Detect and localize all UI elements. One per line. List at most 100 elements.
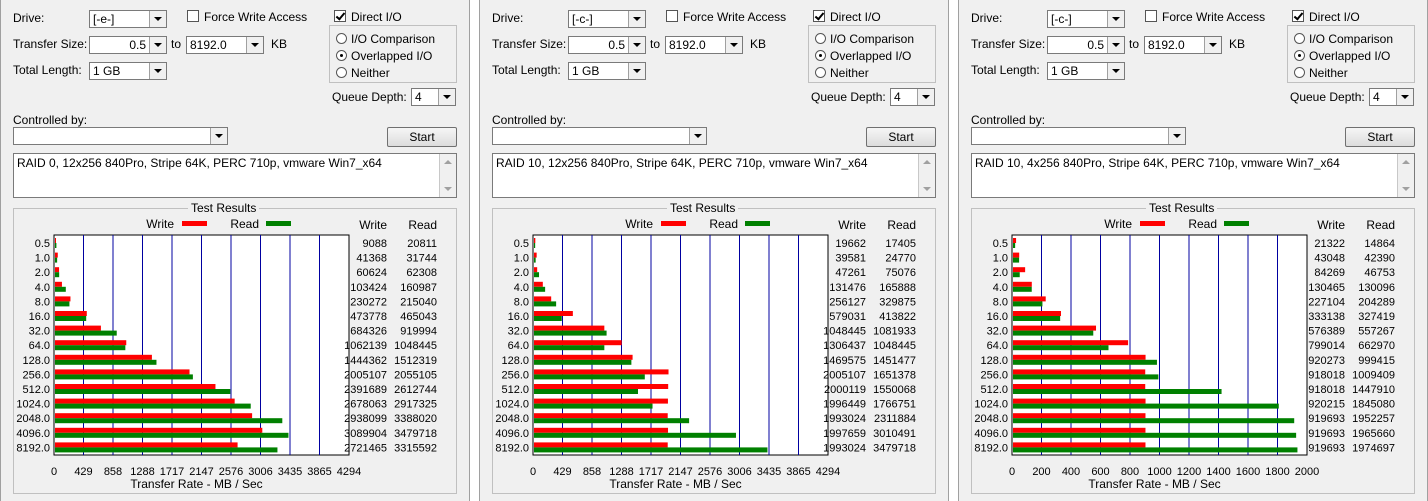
read-bar [1013,447,1298,453]
category-label: 256.0 [22,369,50,381]
category-label: 0.5 [993,238,1008,250]
category-label: 32.0 [29,326,50,338]
category-label: 32.0 [987,326,1008,338]
read-bar [1013,330,1094,336]
write-bar [55,252,58,258]
write-value: 39581 [835,253,866,265]
category-label: 1024.0 [16,399,50,411]
write-value: 2721465 [344,442,387,454]
write-bar [534,252,537,258]
write-bar [534,384,669,389]
category-label: 8192.0 [16,442,50,454]
x-tick-label: 4294 [337,466,361,478]
read-bar [55,447,278,453]
write-bar [534,311,573,316]
category-label: 2.0 [35,267,50,279]
read-value: 3315592 [394,442,437,454]
read-value: 465043 [400,311,437,323]
write-value: 230272 [350,296,387,308]
read-value: 24770 [885,253,916,265]
read-value: 1048445 [873,340,916,352]
read-bar [1013,374,1159,380]
legend-read-label: Read [709,217,738,231]
write-value: 1306437 [823,340,866,352]
read-bar [55,345,126,351]
x-tick-label: 3865 [786,466,810,478]
write-value: 227104 [1308,296,1345,308]
category-label: 4.0 [993,282,1008,294]
write-value: 2391689 [344,384,387,396]
write-bar [55,340,127,346]
read-bar [1013,286,1032,292]
write-bar [1013,267,1026,273]
write-value: 103424 [350,282,387,294]
write-bar [534,296,552,302]
transfer-rate-chart: 0 200 400 600 800 1000 1200 1400 1600 1800 2000Tra… [974,217,1395,491]
write-value: 1469575 [823,355,866,367]
write-bar [534,413,668,419]
read-bar [534,330,607,336]
x-tick-label: 1600 [1236,466,1260,478]
read-value: 2612744 [394,384,437,396]
write-bar [534,398,668,404]
write-bar [55,238,56,243]
category-label: 2.0 [514,267,529,279]
write-bar [1013,296,1046,302]
read-value: 31744 [406,253,437,265]
benchmark-panel: Drive: [-c-] Transfer Size: 0.5 to 8192.0 KB To… [958,0,1428,501]
write-value: 3089904 [344,428,387,440]
read-value: 413822 [879,311,916,323]
write-value: 2005107 [344,369,387,381]
write-value: 1996449 [823,399,866,411]
x-tick-label: 3435 [757,466,781,478]
x-tick-label: 2000 [1295,466,1319,478]
write-bar [55,354,152,360]
write-value: 9088 [363,238,387,250]
read-bar [534,345,605,351]
write-value: 84269 [1314,267,1345,279]
read-value: 919994 [400,326,437,338]
write-bar [534,427,669,433]
category-label: 2.0 [993,267,1008,279]
read-bar [534,447,768,453]
write-value: 130465 [1308,282,1345,294]
write-bar [55,369,190,375]
x-tick-label: 3435 [278,466,302,478]
category-label: 2048.0 [974,413,1008,425]
read-bar [55,359,157,365]
write-value: 920273 [1308,355,1345,367]
read-value: 1965660 [1352,428,1395,440]
read-value: 2055105 [394,369,437,381]
write-value: 576389 [1308,326,1345,338]
read-value: 130096 [1358,282,1395,294]
category-label: 1024.0 [495,399,529,411]
read-bar [534,432,736,438]
category-label: 0.5 [35,238,50,250]
legend-write-label: Write [1104,217,1132,231]
x-tick-label: 3865 [307,466,331,478]
write-value: 920215 [1308,399,1345,411]
write-value: 256127 [829,296,866,308]
write-bar [55,398,235,404]
write-value: 47261 [835,267,866,279]
read-bar [55,432,289,438]
write-bar [1013,325,1097,331]
write-bar [1013,413,1146,419]
write-value: 919693 [1308,413,1345,425]
read-column-header: Read [1366,218,1395,232]
read-bar [55,301,70,307]
write-bar [534,354,633,360]
category-label: 4096.0 [495,428,529,440]
read-column-header: Read [408,218,437,232]
write-bar [1013,311,1061,316]
read-column-header: Read [887,218,916,232]
category-label: 8.0 [35,296,50,308]
category-label: 4096.0 [16,428,50,440]
legend-write-swatch [1140,221,1165,226]
transfer-rate-chart: 0 429 858 1288 1717 2147 2576 3006 3435 3865 4294T… [16,217,437,491]
read-value: 14864 [1364,238,1395,250]
write-bar [534,267,538,273]
write-bar [55,413,253,419]
x-tick-label: 1800 [1265,466,1289,478]
read-value: 3010491 [873,428,916,440]
